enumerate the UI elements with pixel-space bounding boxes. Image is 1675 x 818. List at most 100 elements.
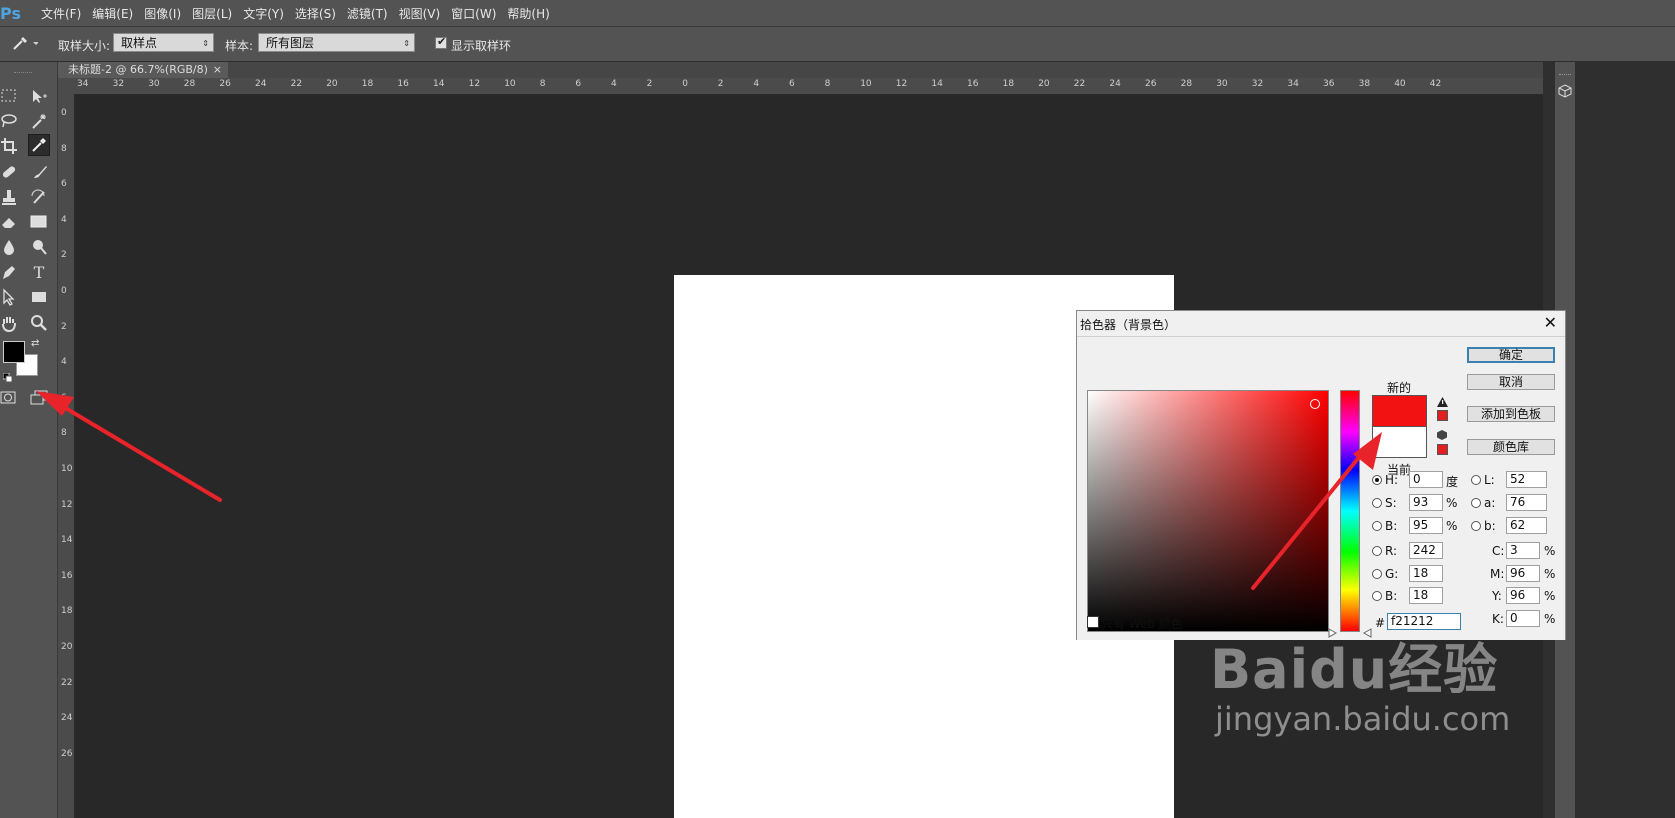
ok-button[interactable]: 确定 — [1467, 347, 1555, 363]
current-color-swatch[interactable] — [1372, 426, 1427, 458]
sample-size-select[interactable]: 取样点 ⇕ — [113, 33, 214, 52]
b-radio[interactable] — [1372, 521, 1382, 531]
ruler-tick-label: 12 — [468, 79, 481, 89]
b-field[interactable]: 95 — [1409, 517, 1443, 534]
marquee-tool-icon[interactable] — [0, 85, 20, 107]
document-tab[interactable]: 未标题-2 @ 66.7%(RGB/8) × — [58, 62, 228, 78]
ruler-origin[interactable] — [58, 78, 75, 94]
menu-window[interactable]: 窗口(W) — [451, 5, 496, 22]
blue-radio[interactable] — [1372, 591, 1382, 601]
brush-tool-icon[interactable] — [28, 161, 50, 183]
blur-tool-icon[interactable] — [0, 236, 20, 258]
hand-tool-icon[interactable] — [0, 312, 20, 334]
ruler-tick-label: 14 — [931, 79, 943, 89]
color-field-marker[interactable] — [1310, 399, 1320, 409]
crop-tool-icon[interactable] — [0, 135, 20, 157]
close-tab-icon[interactable]: × — [213, 62, 222, 78]
eyedropper-tool-icon[interactable] — [28, 134, 50, 156]
color-libraries-button[interactable]: 颜色库 — [1467, 439, 1555, 455]
close-icon[interactable]: ✕ — [1544, 313, 1557, 332]
quick-mask-icon[interactable] — [0, 391, 16, 408]
cancel-button[interactable]: 取消 — [1467, 374, 1555, 390]
h-unit: 度 — [1446, 475, 1459, 489]
sample-select[interactable]: 所有图层 ⇕ — [258, 33, 415, 52]
menu-help[interactable]: 帮助(H) — [507, 5, 549, 22]
blue-field[interactable]: 18 — [1409, 587, 1443, 604]
ruler-tick-label: 40 — [1394, 79, 1406, 89]
c-field[interactable]: 3 — [1506, 542, 1540, 559]
clone-stamp-tool-icon[interactable] — [0, 186, 20, 208]
ruler-tick-label: 4 — [61, 357, 67, 368]
web-only-checkbox[interactable] — [1087, 616, 1099, 628]
menu-filter[interactable]: 滤镜(T) — [347, 5, 388, 22]
a-radio[interactable] — [1471, 498, 1481, 508]
a-field[interactable]: 76 — [1506, 494, 1547, 511]
h-label: H: — [1385, 473, 1399, 487]
r-radio[interactable] — [1372, 546, 1382, 556]
options-bar: 取样大小: 取样点 ⇕ 样本: 所有图层 ⇕ ✔ 显示取样环 — [0, 27, 1675, 62]
magic-wand-tool-icon[interactable] — [28, 110, 50, 132]
hue-slider[interactable] — [1340, 390, 1360, 632]
document-tab-bar — [58, 62, 1543, 78]
history-brush-tool-icon[interactable] — [28, 186, 50, 208]
g-field[interactable]: 18 — [1409, 565, 1443, 582]
gradient-tool-icon[interactable] — [28, 211, 50, 233]
menu-view[interactable]: 视图(V) — [399, 5, 441, 22]
web-safe-warning-icon[interactable] — [1436, 429, 1448, 444]
h-field[interactable]: 0 — [1409, 471, 1443, 488]
ruler-tick-label: 38 — [1358, 79, 1371, 89]
web-safe-color-swatch[interactable] — [1437, 444, 1448, 455]
panel-grip[interactable] — [14, 72, 32, 76]
lab-b-field[interactable]: 62 — [1506, 517, 1547, 534]
eraser-tool-icon[interactable] — [0, 211, 20, 233]
dock-grip[interactable] — [1559, 74, 1571, 78]
l-radio[interactable] — [1471, 475, 1481, 485]
add-to-swatches-button[interactable]: 添加到色板 — [1467, 406, 1555, 422]
r-field[interactable]: 242 — [1409, 542, 1443, 559]
r-label: R: — [1385, 544, 1398, 558]
healing-brush-tool-icon[interactable] — [0, 161, 20, 183]
3d-panel-icon[interactable] — [1558, 84, 1572, 101]
m-field[interactable]: 96 — [1506, 565, 1540, 582]
lasso-tool-icon[interactable] — [0, 110, 20, 132]
ruler-tick-label: 36 — [1323, 79, 1335, 89]
menu-image[interactable]: 图像(I) — [144, 5, 181, 22]
g-radio[interactable] — [1372, 569, 1382, 579]
path-selection-tool-icon[interactable] — [0, 286, 20, 308]
c-label: C: — [1492, 544, 1505, 558]
zoom-tool-icon[interactable] — [28, 312, 50, 334]
pen-tool-icon[interactable] — [0, 261, 20, 283]
saturation-brightness-field[interactable] — [1087, 390, 1329, 632]
default-colors-icon[interactable] — [2, 372, 13, 386]
h-radio[interactable] — [1372, 475, 1382, 485]
dodge-tool-icon[interactable] — [28, 236, 50, 258]
lab-b-radio[interactable] — [1471, 521, 1481, 531]
foreground-color-swatch[interactable] — [3, 341, 25, 363]
show-ring-checkbox[interactable]: ✔ — [435, 35, 447, 49]
menu-edit[interactable]: 编辑(E) — [92, 5, 133, 22]
s-radio[interactable] — [1372, 498, 1382, 508]
menu-select[interactable]: 选择(S) — [295, 5, 336, 22]
y-field[interactable]: 96 — [1506, 587, 1540, 604]
k-field[interactable]: 0 — [1506, 610, 1540, 627]
menu-file[interactable]: 文件(F) — [41, 5, 81, 22]
ruler-tick-label: 4 — [61, 214, 67, 225]
l-field[interactable]: 52 — [1506, 471, 1547, 488]
ruler-tick-label: 2 — [646, 79, 653, 89]
menu-type[interactable]: 文字(Y) — [243, 5, 284, 22]
out-of-gamut-warning-icon[interactable] — [1436, 396, 1449, 411]
type-tool-icon[interactable]: T — [28, 261, 50, 283]
swap-colors-icon[interactable]: ⇄ — [31, 338, 39, 349]
m-unit: % — [1544, 567, 1556, 581]
dialog-title: 拾色器（背景色） — [1080, 318, 1177, 332]
menu-layer[interactable]: 图层(L) — [192, 5, 232, 22]
screen-mode-icon[interactable] — [30, 390, 48, 409]
s-field[interactable]: 93 — [1409, 494, 1443, 511]
rectangle-tool-icon[interactable] — [28, 286, 50, 308]
move-tool-icon[interactable] — [28, 85, 50, 107]
ruler-tick-label: 4 — [753, 79, 760, 89]
gamut-color-swatch[interactable] — [1437, 410, 1448, 421]
k-unit: % — [1544, 612, 1556, 626]
ruler-tick-label: 34 — [1287, 79, 1299, 89]
eyedropper-preset-icon[interactable] — [10, 34, 39, 55]
